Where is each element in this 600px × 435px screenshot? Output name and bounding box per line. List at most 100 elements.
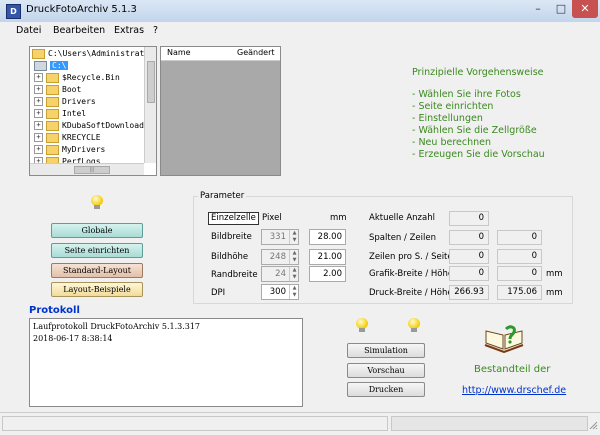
- lightbulb-icon: [356, 318, 368, 332]
- grafik-breite-hoehe-label: Grafik-Breite / Höhe: [369, 269, 454, 279]
- minimize-button[interactable]: –: [526, 0, 550, 18]
- spinner-icon[interactable]: ▲ ▼: [289, 250, 299, 264]
- grafik-breite-value: 0: [449, 266, 489, 281]
- folder-tree[interactable]: C:\Users\Administrator\ C:\ + $Recycle.Bi…: [29, 46, 157, 176]
- layout-beispiele-button[interactable]: Layout-Beispiele: [51, 282, 143, 297]
- protokoll-title: Protokoll: [29, 305, 80, 316]
- bildbreite-label: Bildbreite: [211, 232, 252, 242]
- bildhoehe-label: Bildhöhe: [211, 252, 249, 262]
- grafik-unit: mm: [546, 269, 563, 279]
- progress-bar: [391, 416, 588, 431]
- website-link[interactable]: http://www.drschef.de: [462, 385, 566, 396]
- book-logo-icon: [484, 325, 524, 354]
- spinner-icon[interactable]: ▲ ▼: [289, 267, 299, 281]
- spinner-icon[interactable]: ▲ ▼: [289, 230, 299, 244]
- druck-hoehe-value: 175.06: [497, 285, 542, 300]
- log-line: 2018-06-17 8:38:14: [33, 334, 113, 343]
- file-list-header: Name Geändert: [161, 47, 280, 61]
- spinner-icon[interactable]: ▲ ▼: [289, 285, 299, 299]
- vorschau-button[interactable]: Vorschau: [347, 363, 425, 378]
- guide-step: - Neu berechnen: [412, 137, 491, 148]
- druck-unit: mm: [546, 288, 563, 298]
- folder-icon: [46, 72, 59, 83]
- close-button[interactable]: ✕: [572, 0, 598, 18]
- status-pane: [2, 416, 388, 431]
- lightbulb-icon: [408, 318, 420, 332]
- expand-icon[interactable]: +: [34, 109, 43, 118]
- app-icon: D: [6, 4, 21, 19]
- parameter-group-label: Parameter: [198, 191, 247, 201]
- folder-icon: [46, 120, 59, 131]
- column-name[interactable]: Name: [167, 48, 191, 57]
- zeilen-seiten-label: Zeilen pro S. / Seiten: [369, 252, 459, 262]
- title-bar: D DruckFotoArchiv 5.1.3 – □ ✕: [0, 0, 600, 23]
- expand-icon[interactable]: +: [34, 85, 43, 94]
- guide-title: Prinzipielle Vorgehensweise: [412, 67, 544, 78]
- randbreite-label: Randbreite: [211, 270, 258, 280]
- drive-icon: [34, 60, 47, 71]
- tree-item[interactable]: + Drivers: [34, 96, 96, 108]
- menu-datei[interactable]: Datei: [16, 25, 41, 36]
- tree-item[interactable]: + MyDrivers: [34, 144, 105, 156]
- bestandteil-label: Bestandteil der: [474, 364, 551, 375]
- simulation-button[interactable]: Simulation: [347, 343, 425, 358]
- expand-icon[interactable]: +: [34, 133, 43, 142]
- menu-bar: Datei Bearbeiten Extras ?: [0, 22, 600, 40]
- druck-breite-value: 266.93: [449, 285, 489, 300]
- expand-icon[interactable]: +: [34, 73, 43, 82]
- menu-help[interactable]: ?: [153, 25, 158, 36]
- tree-vscroll-thumb[interactable]: [147, 61, 155, 103]
- dpi-label: DPI: [211, 288, 226, 298]
- expand-icon[interactable]: +: [34, 145, 43, 154]
- folder-icon: [46, 96, 59, 107]
- tree-drive[interactable]: C:\: [34, 60, 69, 72]
- folder-icon: [46, 108, 59, 119]
- expand-icon[interactable]: +: [34, 121, 43, 130]
- window-title: DruckFotoArchiv 5.1.3: [26, 4, 137, 15]
- zeilen-pro-seite-value: 0: [449, 249, 489, 264]
- tree-item[interactable]: + KDubaSoftDownloads: [34, 120, 149, 132]
- guide-step: - Wählen Sie die Zellgröße: [412, 125, 537, 136]
- bildbreite-mm-field[interactable]: 28.00: [309, 229, 346, 245]
- einzelzelle-label[interactable]: Einzelzelle: [208, 212, 259, 225]
- seite-einrichten-button[interactable]: Seite einrichten: [51, 243, 143, 258]
- guide-step: - Einstellungen: [412, 113, 483, 124]
- tree-vscrollbar[interactable]: [144, 47, 156, 163]
- drucken-button[interactable]: Drucken: [347, 382, 425, 397]
- protokoll-log[interactable]: Laufprotokoll DruckFotoArchiv 5.1.3.317 …: [29, 318, 303, 407]
- menu-extras[interactable]: Extras: [114, 25, 144, 36]
- spalten-zeilen-label: Spalten / Zeilen: [369, 233, 436, 243]
- file-list[interactable]: Name Geändert: [160, 46, 281, 176]
- spalten-value: 0: [449, 230, 489, 245]
- log-line: Laufprotokoll DruckFotoArchiv 5.1.3.317: [33, 322, 201, 331]
- folder-open-icon: [32, 48, 45, 59]
- lightbulb-icon: [91, 195, 103, 209]
- bildhoehe-mm-field[interactable]: 21.00: [309, 249, 346, 265]
- aktuelle-anzahl-label: Aktuelle Anzahl: [369, 213, 435, 223]
- tree-item[interactable]: + $Recycle.Bin: [34, 72, 120, 84]
- tree-item[interactable]: + Boot: [34, 84, 81, 96]
- maximize-button[interactable]: □: [550, 0, 572, 18]
- folder-icon: [46, 144, 59, 155]
- status-bar: [0, 412, 600, 435]
- pixel-header: Pixel: [262, 213, 282, 223]
- tree-hscrollbar[interactable]: |||: [30, 163, 144, 175]
- guide-step: - Seite einrichten: [412, 101, 494, 112]
- column-changed[interactable]: Geändert: [237, 48, 275, 57]
- resize-grip-icon[interactable]: [589, 421, 598, 430]
- folder-icon: [46, 84, 59, 95]
- randbreite-mm-field[interactable]: 2.00: [309, 266, 346, 282]
- tree-item[interactable]: + Intel: [34, 108, 86, 120]
- guide-step: - Wählen Sie ihre Fotos: [412, 89, 521, 100]
- zeilen-value: 0: [497, 230, 542, 245]
- tree-item[interactable]: + KRECYCLE: [34, 132, 101, 144]
- tree-hscroll-thumb[interactable]: |||: [74, 166, 110, 174]
- grafik-hoehe-value: 0: [497, 266, 542, 281]
- seiten-value: 0: [497, 249, 542, 264]
- expand-icon[interactable]: +: [34, 97, 43, 106]
- mm-header: mm: [330, 213, 347, 223]
- tree-root[interactable]: C:\Users\Administrator\: [32, 48, 156, 60]
- menu-bearbeiten[interactable]: Bearbeiten: [53, 25, 105, 36]
- standard-layout-button[interactable]: Standard-Layout: [51, 263, 143, 278]
- globale-button[interactable]: Globale: [51, 223, 143, 238]
